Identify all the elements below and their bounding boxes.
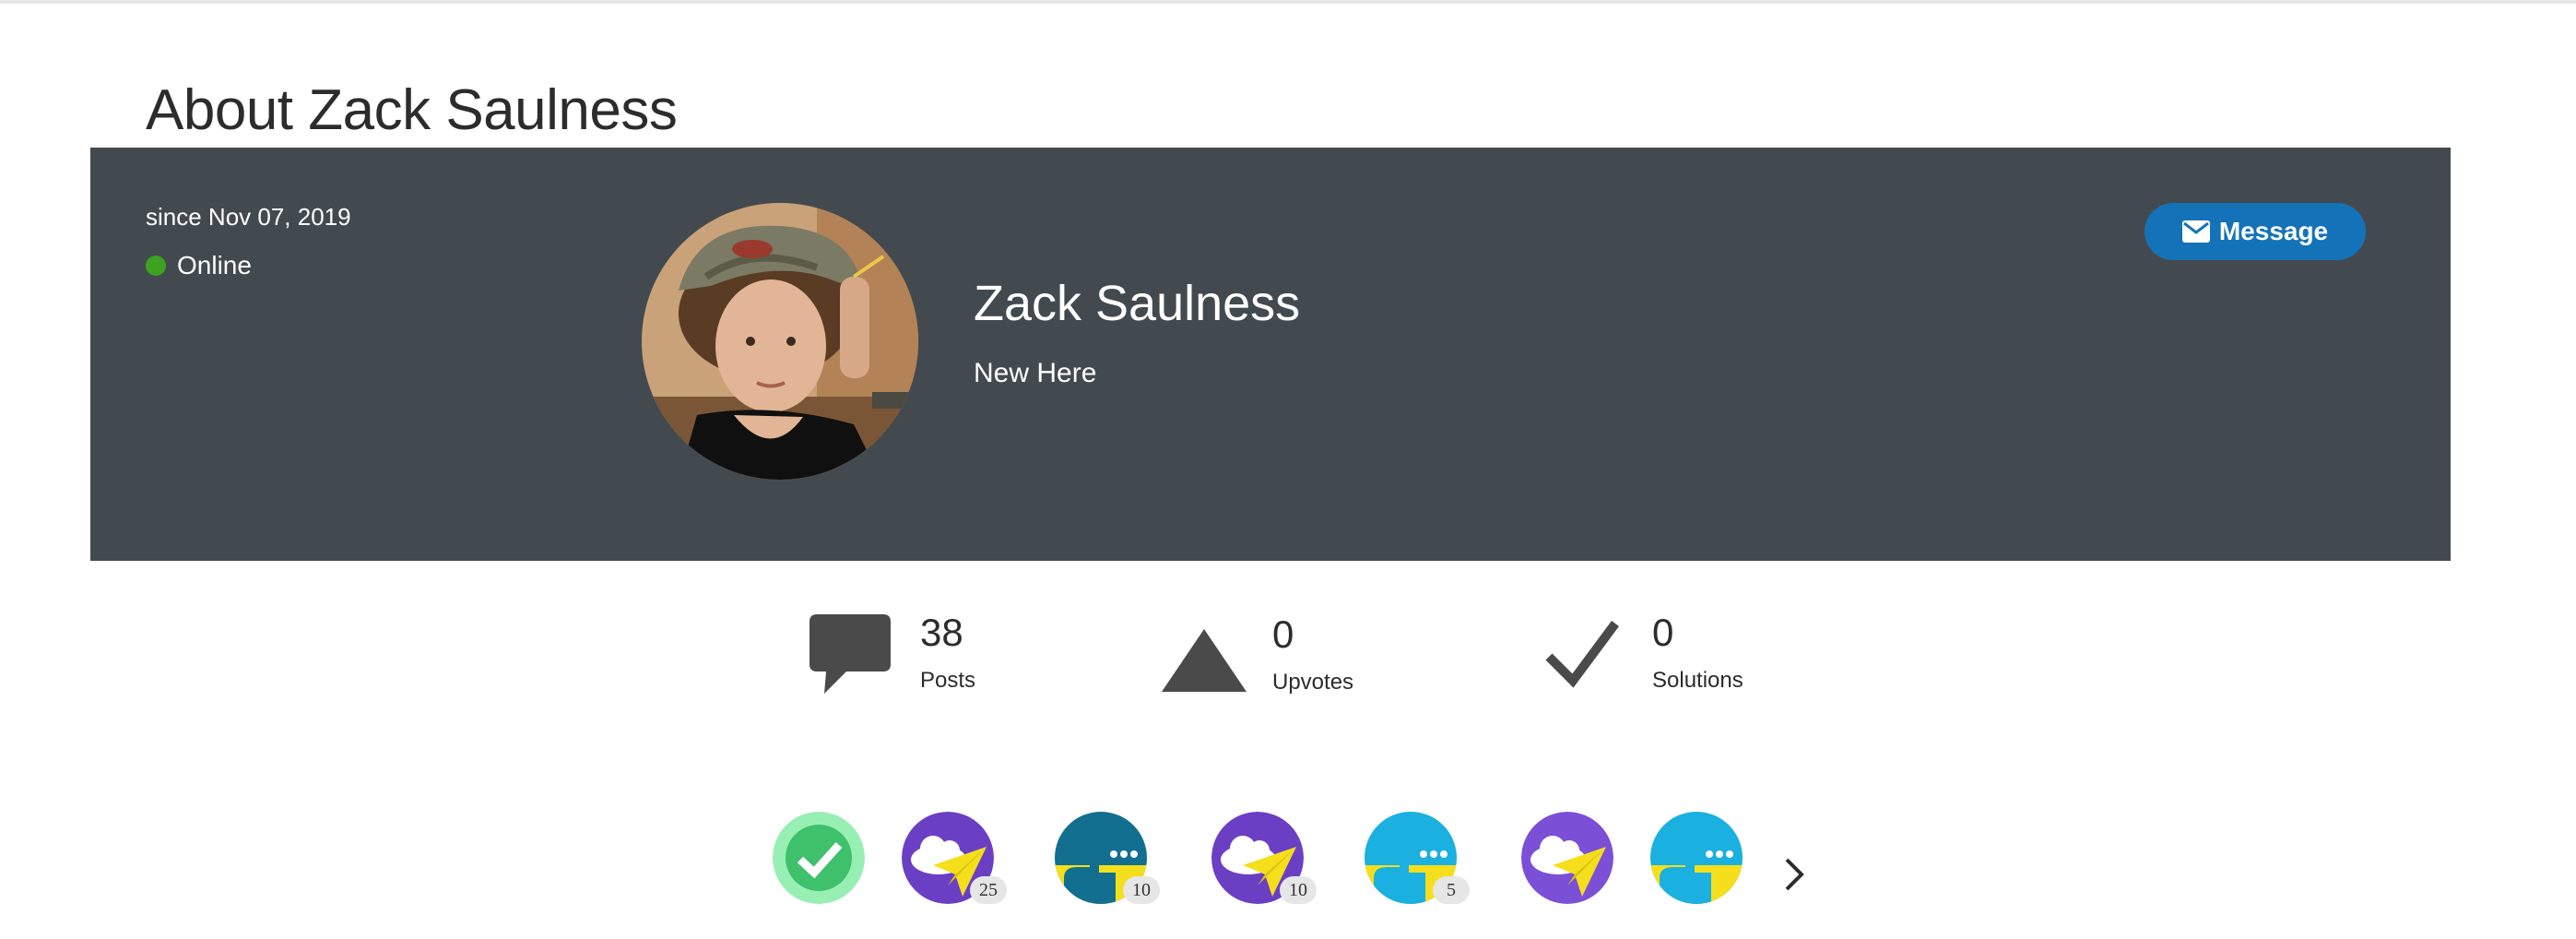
badge-item[interactable]: 10 [1211, 812, 1317, 904]
badge-item[interactable]: 25 [902, 812, 1007, 904]
profile-name: Zack Saulness [974, 276, 1301, 331]
badge-item[interactable] [773, 812, 865, 904]
badge-count: 25 [970, 876, 1007, 904]
online-status: Online [146, 251, 252, 280]
checkmark-icon [1545, 621, 1619, 688]
chevron-right-icon[interactable] [1779, 856, 1807, 893]
solutions-count: 0 [1652, 611, 1674, 654]
badge-item[interactable] [1521, 812, 1613, 904]
message-button[interactable]: Message [2145, 203, 2366, 260]
avatar-photo [642, 203, 918, 480]
badge-item[interactable]: 10 [1055, 812, 1160, 904]
online-status-label: Online [177, 251, 252, 279]
badge-count: 10 [1123, 876, 1160, 904]
paper-plane-cloud-badge-icon [1521, 812, 1613, 904]
badge-item[interactable] [1650, 812, 1743, 904]
posts-label: Posts [920, 668, 976, 693]
person-chat-badge-icon [1650, 812, 1743, 904]
badge-count: 5 [1433, 876, 1470, 904]
upvotes-count: 0 [1272, 612, 1294, 656]
rank-label: New Here [974, 358, 1097, 388]
profile-page: About Zack Saulness since Nov 07, 2019 O… [0, 0, 2576, 939]
stat-posts[interactable]: 38 Posts [808, 609, 1010, 701]
avatar [642, 203, 918, 480]
profile-hero: since Nov 07, 2019 Online Zack Saulness … [90, 148, 2451, 561]
solutions-label: Solutions [1652, 668, 1743, 693]
top-divider [0, 0, 2576, 4]
stat-upvotes[interactable]: 0 Upvotes [1158, 609, 1361, 701]
message-button-label: Message [2218, 217, 2329, 245]
page-title: About Zack Saulness [146, 77, 678, 142]
upvote-triangle-icon [1162, 629, 1247, 692]
speech-bubble-icon [809, 614, 891, 694]
online-dot-icon [146, 256, 166, 276]
posts-count: 38 [920, 611, 963, 654]
upvotes-label: Upvotes [1272, 670, 1354, 695]
envelope-icon [2181, 220, 2210, 243]
check-badge-icon [773, 812, 865, 904]
badge-count: 10 [1280, 876, 1317, 904]
stat-solutions[interactable]: 0 Solutions [1545, 609, 1767, 701]
member-since: since Nov 07, 2019 [146, 203, 351, 231]
badge-item[interactable]: 5 [1365, 812, 1470, 904]
